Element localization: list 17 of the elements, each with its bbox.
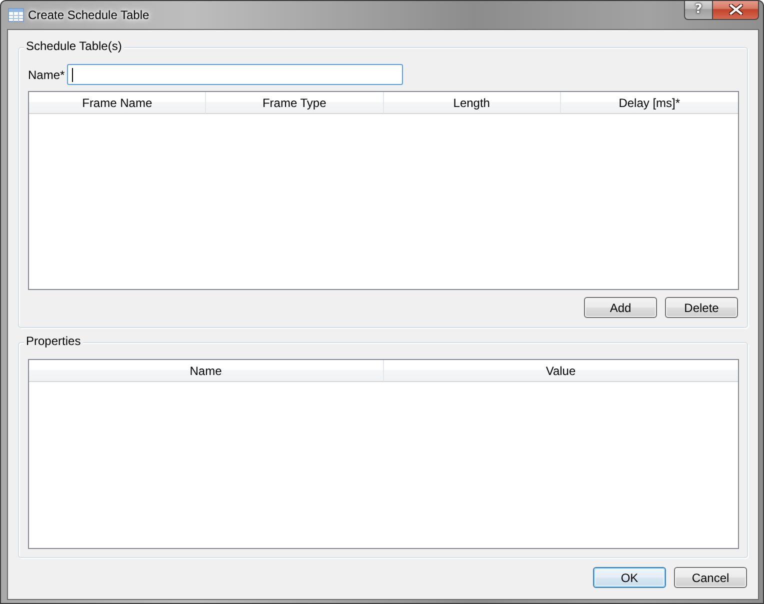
column-header[interactable]: Length <box>384 92 561 114</box>
group-title: Properties <box>24 334 83 349</box>
column-header[interactable]: Frame Name <box>29 92 206 114</box>
cancel-button[interactable]: Cancel <box>674 567 747 588</box>
add-button[interactable]: Add <box>584 297 657 318</box>
group-title: Schedule Table(s) <box>24 39 124 54</box>
delete-button[interactable]: Delete <box>665 297 738 318</box>
column-header[interactable]: Name <box>29 360 384 382</box>
close-icon <box>728 4 742 15</box>
column-header[interactable]: Frame Type <box>206 92 384 114</box>
name-field[interactable] <box>67 64 403 85</box>
ok-button[interactable]: OK <box>593 567 666 588</box>
close-button[interactable] <box>712 1 759 20</box>
window-title: Create Schedule Table <box>28 7 150 23</box>
column-header[interactable]: Value <box>384 360 738 382</box>
field-label: Name* <box>28 68 66 82</box>
text-cursor-icon <box>72 68 73 82</box>
